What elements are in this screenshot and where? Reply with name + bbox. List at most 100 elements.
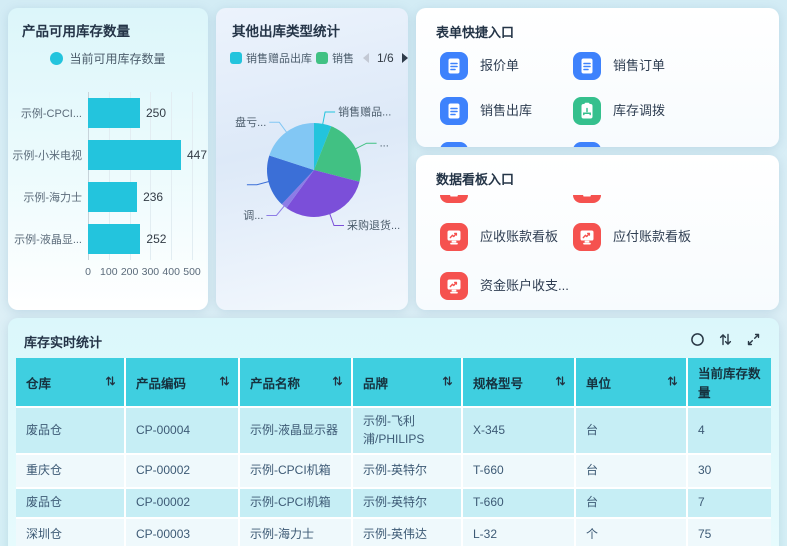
table-cell: 台 xyxy=(575,488,688,519)
column-header-inner: 当前库存数量 xyxy=(698,363,763,401)
column-sort-icon[interactable] xyxy=(667,375,678,390)
pie-callout-line xyxy=(329,213,344,226)
legend-next-icon[interactable] xyxy=(401,53,408,63)
column-header[interactable]: 单位 xyxy=(575,358,688,408)
form-shortcuts-title: 表单快捷入口 xyxy=(436,25,515,40)
bar-category-label: 示例-液晶显... xyxy=(14,234,82,246)
table-cell: X-345 xyxy=(462,407,576,455)
column-header[interactable]: 仓库 xyxy=(16,358,126,408)
table-row[interactable]: 废品仓 CP-00002 示例-CPCI机箱 示例-英特尔 T-660 台 7 xyxy=(16,488,771,519)
column-header[interactable]: 产品编码 xyxy=(125,358,240,408)
bar[interactable] xyxy=(88,140,181,170)
bar-plot: 0 100 200 300 400 500 示例-CPCI... 250 示例-小米电视 447 示… xyxy=(8,80,208,290)
column-sort-icon[interactable] xyxy=(219,375,230,390)
form-shortcut-item[interactable]: 销售订单 xyxy=(573,52,665,80)
column-header[interactable]: 规格型号 xyxy=(462,358,576,408)
column-header-label: 品牌 xyxy=(363,376,389,391)
form-shortcut-item[interactable]: 库存调拨 xyxy=(573,97,665,125)
form-shortcut-item-label: 销售订单 xyxy=(613,58,666,73)
table-row[interactable]: 重庆仓 CP-00002 示例-CPCI机箱 示例-英特尔 T-660 台 30 xyxy=(16,454,771,489)
form-shortcut-item[interactable]: 销售出库 xyxy=(440,97,532,125)
table-cell: CP-00002 xyxy=(125,454,240,489)
table-cell: 75 xyxy=(687,518,771,546)
column-header[interactable]: 品牌 xyxy=(352,358,463,408)
pie-legend-item[interactable]: 销售 xyxy=(316,50,354,66)
fullscreen-icon[interactable] xyxy=(746,332,761,347)
bar-category-label: 示例-小米电视 xyxy=(12,150,82,162)
dashboard-shortcut-item[interactable] xyxy=(573,195,613,203)
x-axis-tick: 100 xyxy=(100,266,118,278)
column-header-inner: 产品编码 xyxy=(136,373,230,392)
dashboards-panel: 数据看板入口 应收账款看板 应付账款看板 资金账户收支... xyxy=(416,155,779,310)
column-header[interactable]: 产品名称 xyxy=(239,358,353,408)
legend-label: 当前可用库存数量 xyxy=(69,52,166,66)
dashboard-icon xyxy=(440,195,468,203)
column-header-inner: 产品名称 xyxy=(250,373,343,392)
form-shortcut-item[interactable] xyxy=(440,142,480,147)
table-cell: T-660 xyxy=(462,454,576,489)
bar[interactable] xyxy=(88,182,138,212)
column-sort-icon[interactable] xyxy=(105,375,116,390)
pie-callout-label: 调... xyxy=(243,209,263,222)
table-cell: 4 xyxy=(687,407,771,455)
sort-icon[interactable] xyxy=(718,332,733,347)
refresh-icon[interactable] xyxy=(690,332,705,347)
inventory-table-panel: 库存实时统计 仓库 产品编码 产品名称 品牌 规格型号 单位 当前库存数量 废品仓 CP-00… xyxy=(8,318,779,546)
dashboard-shortcut-item[interactable]: 应收账款看板 xyxy=(440,223,558,251)
legend-page-indicator: 1/6 xyxy=(377,51,394,65)
column-sort-icon[interactable] xyxy=(555,375,566,390)
column-header[interactable]: 当前库存数量 xyxy=(687,358,771,408)
legend-prev-icon[interactable] xyxy=(363,53,369,63)
table-cell: 示例-英特尔 xyxy=(352,454,463,489)
inventory-table-title: 库存实时统计 xyxy=(24,335,103,350)
column-sort-icon[interactable] xyxy=(442,375,453,390)
pie-callout-label: 盘亏... xyxy=(235,115,266,129)
form-shortcut-item[interactable] xyxy=(573,142,613,147)
pie-callout-line xyxy=(266,205,286,216)
column-header-label: 单位 xyxy=(586,376,612,391)
table-cell: 废品仓 xyxy=(16,407,126,455)
bar[interactable] xyxy=(88,224,141,254)
table-cell: 示例-英伟达 xyxy=(352,518,463,546)
table-cell: 台 xyxy=(575,454,688,489)
form-shortcut-item-label: 库存调拨 xyxy=(613,103,666,118)
dashboard-shortcut-item[interactable] xyxy=(440,195,480,203)
dashboard-shortcut-item[interactable]: 资金账户收支... xyxy=(440,272,569,300)
legend-label: 销售 xyxy=(332,53,354,65)
bar-category-label: 示例-CPCI... xyxy=(20,108,82,120)
doc-icon xyxy=(573,142,601,147)
pie-callout-line xyxy=(322,111,336,125)
x-axis-tick: 200 xyxy=(120,266,139,278)
legend-label: 销售赠品出库 xyxy=(246,53,312,65)
bar-row: 示例-CPCI... 250 xyxy=(8,92,208,134)
table-toolbar xyxy=(690,332,761,347)
table-cell: 重庆仓 xyxy=(16,454,126,489)
table-cell: 示例-英特尔 xyxy=(352,488,463,519)
doc-icon xyxy=(440,52,468,80)
pie-callout-label: 采购退货... xyxy=(347,218,400,232)
table-cell: 7 xyxy=(687,488,771,519)
pie-legend-item[interactable]: 销售赠品出库 xyxy=(230,50,312,66)
dashboard-shortcut-item[interactable]: 应付账款看板 xyxy=(573,223,691,251)
column-header-label: 当前库存数量 xyxy=(698,367,761,400)
clipboard-icon xyxy=(573,97,601,125)
inventory-table: 仓库 产品编码 产品名称 品牌 规格型号 单位 当前库存数量 废品仓 CP-00004 示例-液… xyxy=(16,358,771,546)
bar[interactable] xyxy=(88,98,140,128)
form-shortcut-item[interactable]: 报价单 xyxy=(440,52,519,80)
doc-icon xyxy=(440,142,468,147)
pie-callout-line xyxy=(354,142,377,150)
column-sort-icon[interactable] xyxy=(332,375,343,390)
table-cell: CP-00004 xyxy=(125,407,240,455)
bar-chart-title: 产品可用库存数量 xyxy=(22,24,130,39)
pie-callout-line xyxy=(246,180,270,186)
table-cell: 个 xyxy=(575,518,688,546)
pie-chart-title: 其他出库类型统计 xyxy=(232,24,340,39)
table-cell: CP-00003 xyxy=(125,518,240,546)
table-row[interactable]: 废品仓 CP-00004 示例-液晶显示器 示例-飞利浦/PHILIPS X-345 台 4 xyxy=(16,407,771,455)
form-shortcuts-list: 报价单 销售订单销售出库 库存调拨 xyxy=(416,48,779,147)
bar-value-label: 250 xyxy=(146,106,167,120)
column-header-label: 产品名称 xyxy=(250,376,301,391)
table-row[interactable]: 深圳仓 CP-00003 示例-海力士 示例-英伟达 L-32 个 75 xyxy=(16,518,771,546)
x-axis-tick: 300 xyxy=(141,266,160,278)
bar-chart-legend[interactable]: 当前可用库存数量 xyxy=(8,50,208,67)
